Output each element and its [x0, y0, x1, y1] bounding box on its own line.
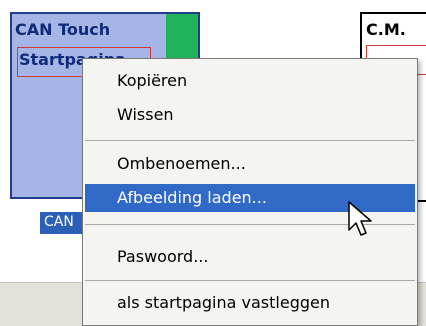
menu-separator: [85, 140, 415, 141]
context-menu: Kopiëren Wissen Ombenoemen... Afbeelding…: [82, 58, 418, 326]
menu-separator: [85, 280, 415, 281]
arrow-cursor-icon: [348, 201, 372, 236]
menu-item-kopieren[interactable]: Kopiëren: [85, 67, 415, 95]
can-touch-title: CAN Touch: [15, 20, 111, 39]
desktop-canvas: CAN Touch Startpagina C.M. CAN Kopiëren …: [0, 0, 426, 326]
menu-item-als-startpagina[interactable]: als startpagina vastleggen: [85, 289, 415, 317]
menu-item-wissen[interactable]: Wissen: [85, 101, 415, 129]
menu-item-ombenoemen[interactable]: Ombenoemen...: [85, 150, 415, 178]
cm-tile-title: C.M.: [366, 20, 406, 39]
